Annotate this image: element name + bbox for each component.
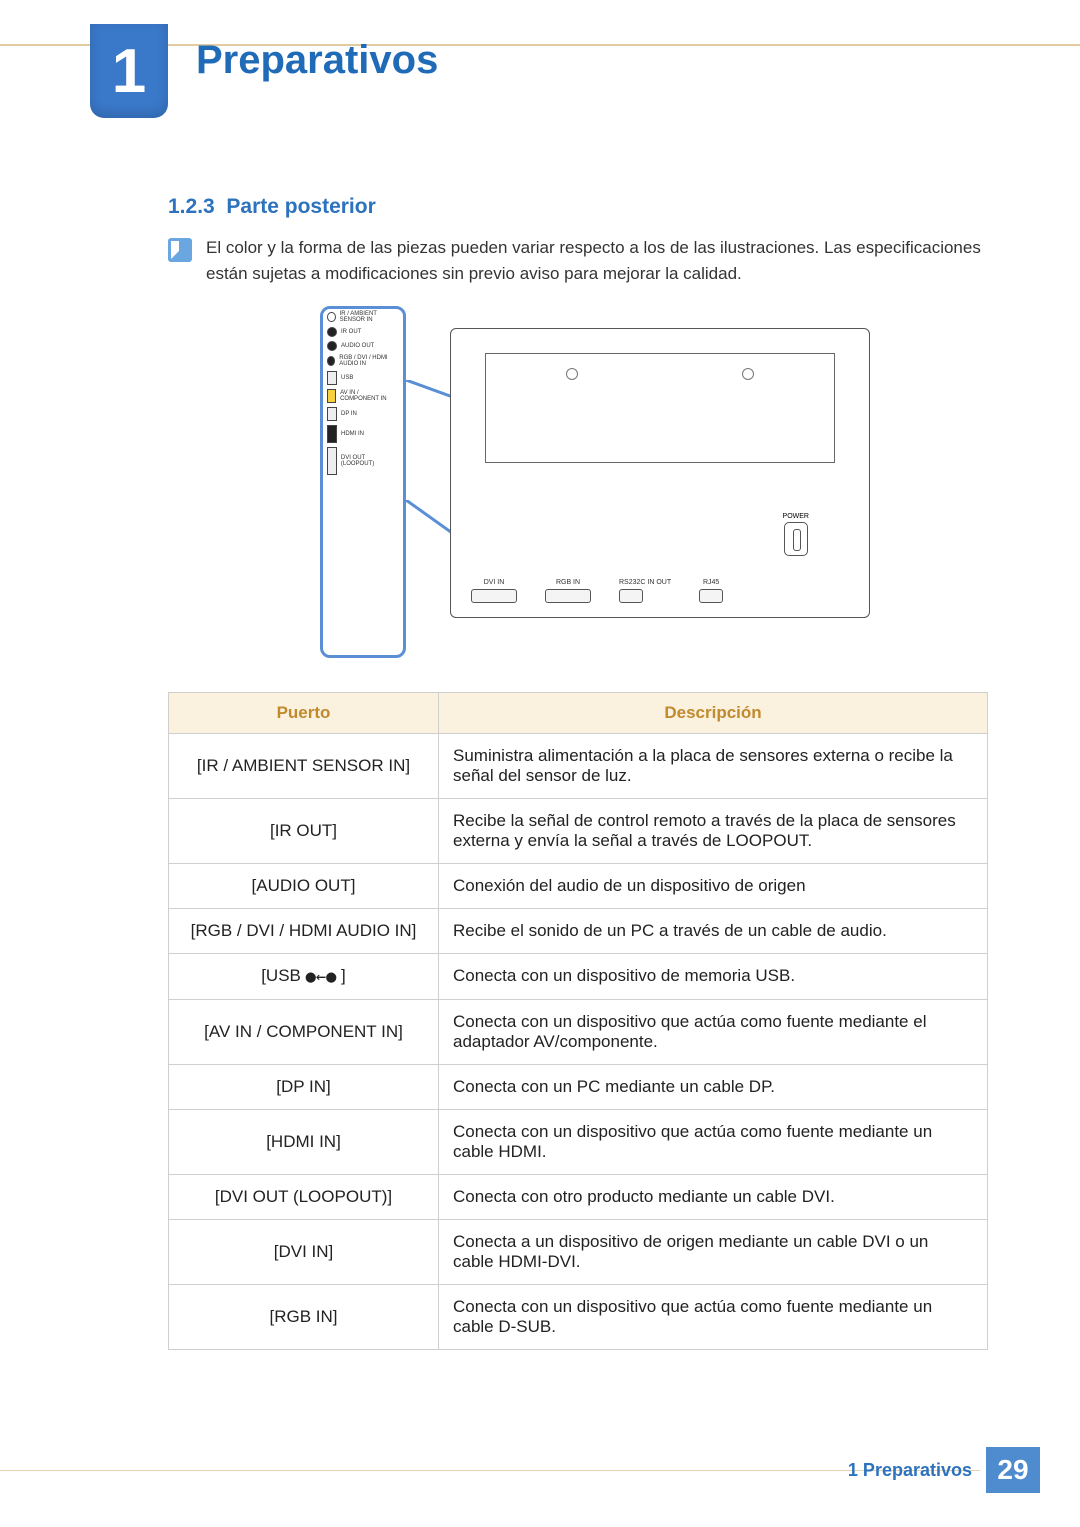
bottom-port: RS232C IN OUT [619,579,671,603]
port-cell: [DVI OUT (LOOPOUT)] [169,1174,439,1219]
desc-cell: Conecta con un dispositivo de memoria US… [439,954,988,1000]
table-header-desc: Descripción [439,693,988,734]
port-cell: [IR OUT] [169,799,439,864]
table-row: [DP IN]Conecta con un PC mediante un cab… [169,1064,988,1109]
note-icon [168,238,192,262]
table-row: [USB ●←● ]Conecta con un dispositivo de … [169,954,988,1000]
table-row: [IR OUT]Recibe la señal de control remot… [169,799,988,864]
side-port-label: DP IN [341,411,357,417]
power-label: POWER [783,513,809,520]
port-cell: [RGB IN] [169,1284,439,1349]
desc-cell: Conecta con un dispositivo que actúa com… [439,1284,988,1349]
port-cell: [AUDIO OUT] [169,864,439,909]
side-port-label: RGB / DVI / HDMI AUDIO IN [339,355,399,367]
manual-page: 1 Preparativos 1.2.3 Parte posterior El … [0,0,1080,1527]
side-port-label: IR OUT [341,329,361,335]
side-port-label: AUDIO OUT [341,343,374,349]
usb-icon: ●←● [306,967,337,987]
table-row: [IR / AMBIENT SENSOR IN]Suministra alime… [169,734,988,799]
section-number: 1.2.3 [168,195,215,218]
desc-cell: Recibe el sonido de un PC a través de un… [439,909,988,954]
port-cell: [RGB / DVI / HDMI AUDIO IN] [169,909,439,954]
chapter-number-badge: 1 [90,24,168,118]
device-rear-outline: POWER DVI IN RGB IN RS232C IN OUT RJ45 [450,328,870,618]
power-port: POWER [783,513,809,556]
rear-panel-diagram: IR / AMBIENT SENSOR IN IR OUT AUDIO OUT … [320,300,880,670]
port-description-table: Puerto Descripción [IR / AMBIENT SENSOR … [168,692,988,1350]
port-cell: [USB ●←● ] [169,954,439,1000]
bottom-port: DVI IN [471,579,517,603]
port-cell: [AV IN / COMPONENT IN] [169,999,439,1064]
side-port-label: HDMI IN [341,431,364,437]
desc-cell: Suministra alimentación a la placa de se… [439,734,988,799]
section-heading: 1.2.3 Parte posterior [168,195,376,219]
table-row: [RGB IN]Conecta con un dispositivo que a… [169,1284,988,1349]
desc-cell: Conecta con un dispositivo que actúa com… [439,1109,988,1174]
side-port-panel: IR / AMBIENT SENSOR IN IR OUT AUDIO OUT … [320,306,406,658]
table-row: [HDMI IN]Conecta con un dispositivo que … [169,1109,988,1174]
desc-cell: Conecta a un dispositivo de origen media… [439,1219,988,1284]
chapter-title: Preparativos [196,38,438,83]
desc-cell: Conexión del audio de un dispositivo de … [439,864,988,909]
note-text: El color y la forma de las piezas pueden… [206,235,990,288]
page-footer: 1 Preparativos 29 [848,1447,1040,1493]
table-row: [AV IN / COMPONENT IN]Conecta con un dis… [169,999,988,1064]
bottom-port: RGB IN [545,579,591,603]
desc-cell: Conecta con un dispositivo que actúa com… [439,999,988,1064]
bottom-port: RJ45 [699,579,723,603]
side-port-label: DVI OUT (LOOPOUT) [341,455,399,467]
desc-cell: Conecta con un PC mediante un cable DP. [439,1064,988,1109]
table-row: [DVI IN]Conecta a un dispositivo de orig… [169,1219,988,1284]
section-title: Parte posterior [226,195,375,218]
side-port-label: AV IN / COMPONENT IN [340,390,399,402]
table-row: [AUDIO OUT]Conexión del audio de un disp… [169,864,988,909]
table-row: [DVI OUT (LOOPOUT)]Conecta con otro prod… [169,1174,988,1219]
desc-cell: Recibe la señal de control remoto a trav… [439,799,988,864]
side-port-label: IR / AMBIENT SENSOR IN [340,311,399,323]
side-port-label: USB [341,375,353,381]
table-header-port: Puerto [169,693,439,734]
port-cell: [DP IN] [169,1064,439,1109]
table-row: [RGB / DVI / HDMI AUDIO IN]Recibe el son… [169,909,988,954]
port-cell: [HDMI IN] [169,1109,439,1174]
note-block: El color y la forma de las piezas pueden… [168,235,990,288]
bottom-rule [0,1470,980,1471]
port-cell: [IR / AMBIENT SENSOR IN] [169,734,439,799]
footer-page-number: 29 [986,1447,1040,1493]
footer-chapter-label: 1 Preparativos [848,1460,986,1481]
desc-cell: Conecta con otro producto mediante un ca… [439,1174,988,1219]
port-cell: [DVI IN] [169,1219,439,1284]
